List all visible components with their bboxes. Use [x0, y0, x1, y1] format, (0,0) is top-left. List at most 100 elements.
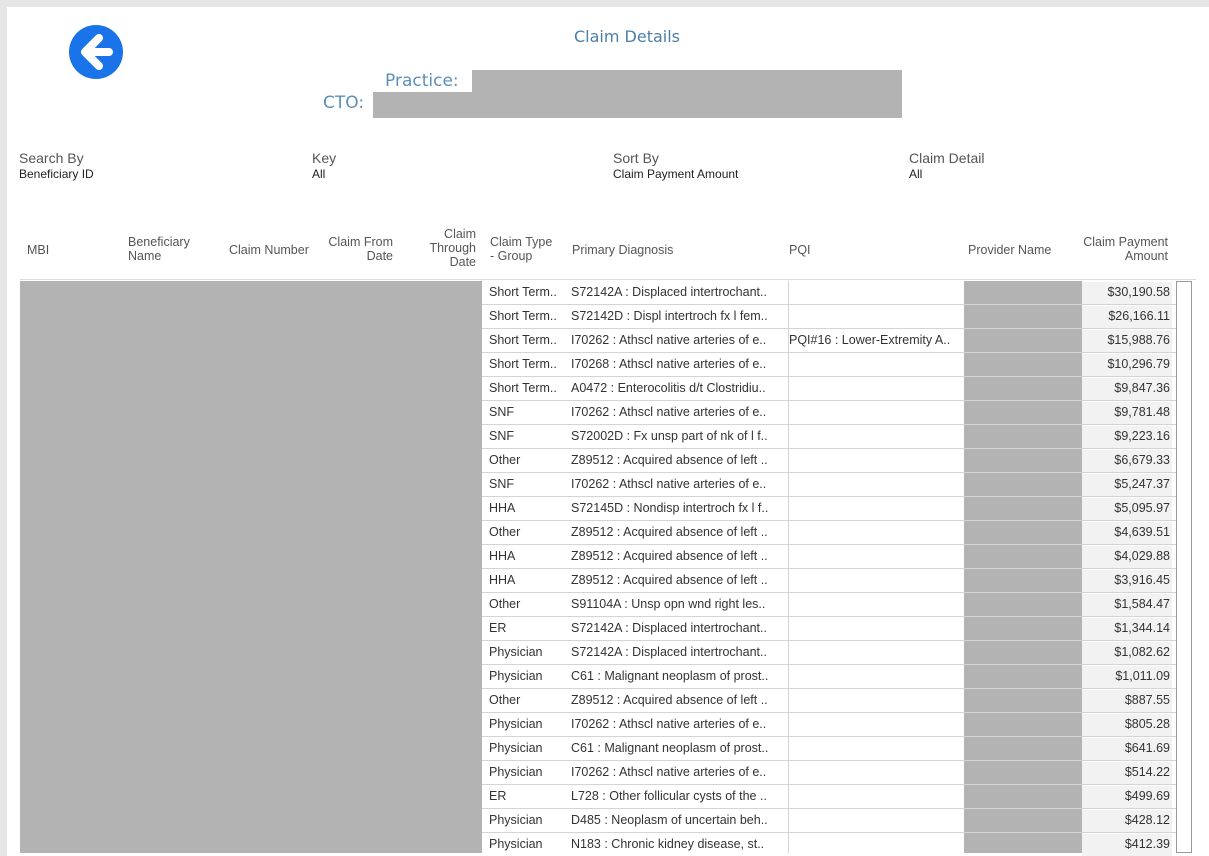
col-header-provider-name[interactable]: Provider Name — [968, 243, 1051, 257]
table-row[interactable]: Physician I70262 : Athscl native arteries… — [7, 713, 1209, 737]
table-row[interactable]: SNF I70262 : Athscl native arteries of e.… — [7, 401, 1209, 425]
cto-label: CTO: — [323, 93, 365, 113]
table-row[interactable]: Short Term.. S72142D : Displ intertroch f… — [7, 305, 1209, 329]
filter-label: Search By — [19, 150, 84, 166]
cell-claim-payment-amount: $1,584.47 — [1114, 597, 1170, 611]
cell-claim-payment-amount: $9,781.48 — [1114, 405, 1170, 419]
header-line: Claim Type — [490, 235, 553, 249]
cell-pqi — [789, 785, 967, 808]
cell-pqi — [789, 449, 967, 472]
cell-pqi — [789, 617, 967, 640]
col-header-mbi[interactable]: MBI — [27, 243, 49, 257]
table-row[interactable]: Physician C61 : Malignant neoplasm of pro… — [7, 665, 1209, 689]
filter-label: Key — [312, 150, 337, 166]
table-row[interactable]: SNF I70262 : Athscl native arteries of e.… — [7, 473, 1209, 497]
practice-label: Practice: — [385, 71, 459, 91]
col-header-claim-type-group[interactable]: Claim Type - Group — [490, 235, 552, 263]
cell-pqi — [789, 545, 967, 568]
cell-pqi — [789, 401, 967, 424]
cell-primary-diagnosis: S72142A : Displaced intertrochant.. — [571, 621, 767, 635]
filter-key[interactable]: Key All — [312, 150, 336, 181]
table-row[interactable]: Physician N183 : Chronic kidney disease, … — [7, 833, 1209, 856]
cell-primary-diagnosis: C61 : Malignant neoplasm of prost.. — [571, 741, 769, 755]
col-header-pqi[interactable]: PQI — [789, 243, 811, 257]
table-row[interactable]: Other Z89512 : Acquired absence of left .… — [7, 689, 1209, 713]
cell-primary-diagnosis: I70268 : Athscl native arteries of e.. — [571, 357, 767, 371]
cell-primary-diagnosis: L728 : Other follicular cysts of the .. — [571, 789, 767, 803]
col-header-claim-number[interactable]: Claim Number — [229, 243, 309, 257]
table-row[interactable]: Short Term.. I70268 : Athscl native arter… — [7, 353, 1209, 377]
table-row[interactable]: HHA Z89512 : Acquired absence of left .. $… — [7, 569, 1209, 593]
cell-primary-diagnosis: N183 : Chronic kidney disease, st.. — [571, 837, 765, 851]
cell-claim-payment-amount: $514.22 — [1124, 765, 1170, 779]
cell-claim-type: SNF — [489, 405, 514, 419]
cell-pqi — [789, 377, 967, 400]
cell-pqi — [789, 689, 967, 712]
cell-claim-type: Short Term.. — [489, 309, 557, 323]
cell-primary-diagnosis: S72002D : Fx unsp part of nk of l f.. — [571, 429, 768, 443]
cell-claim-payment-amount: $1,011.09 — [1115, 669, 1170, 683]
filter-value: All — [312, 167, 326, 181]
header-line: Name — [128, 249, 162, 263]
cell-pqi — [789, 569, 967, 592]
table-row[interactable]: Short Term.. S72142A : Displaced intertro… — [7, 281, 1209, 305]
table-row[interactable]: Other Z89512 : Acquired absence of left .… — [7, 449, 1209, 473]
cell-claim-payment-amount: $26,166.11 — [1108, 309, 1170, 323]
table-row[interactable]: Short Term.. I70262 : Athscl native arter… — [7, 329, 1209, 353]
report-canvas: Claim Details Practice: CTO: Search By B… — [7, 7, 1209, 856]
cell-claim-payment-amount: $805.28 — [1124, 717, 1170, 731]
col-header-claim-from-date[interactable]: Claim From Date — [313, 235, 393, 263]
table-row[interactable]: Other S91104A : Unsp opn wnd right les.. $… — [7, 593, 1209, 617]
table-row[interactable]: Physician C61 : Malignant neoplasm of pro… — [7, 737, 1209, 761]
cell-claim-type: ER — [489, 789, 507, 803]
cell-pqi — [789, 497, 967, 520]
cell-claim-payment-amount: $6,679.33 — [1114, 453, 1170, 467]
cell-primary-diagnosis: Z89512 : Acquired absence of left .. — [571, 573, 768, 587]
cell-claim-type: Short Term.. — [489, 333, 557, 347]
table-row[interactable]: Physician D485 : Neoplasm of uncertain be… — [7, 809, 1209, 833]
cell-primary-diagnosis: D485 : Neoplasm of uncertain beh.. — [571, 813, 768, 827]
filter-search-by[interactable]: Search By Beneficiary ID — [19, 150, 94, 181]
cell-claim-payment-amount: $9,847.36 — [1114, 381, 1170, 395]
table-row[interactable]: Physician S72142A : Displaced intertrocha… — [7, 641, 1209, 665]
cell-claim-payment-amount: $1,344.14 — [1114, 621, 1170, 635]
col-header-primary-diagnosis[interactable]: Primary Diagnosis — [572, 243, 673, 257]
table-row[interactable]: ER L728 : Other follicular cysts of the .… — [7, 785, 1209, 809]
header-line: Through — [429, 241, 476, 255]
cell-pqi — [789, 713, 967, 736]
cell-pqi — [789, 665, 967, 688]
cell-claim-payment-amount: $30,190.58 — [1107, 285, 1170, 299]
cell-primary-diagnosis: Z89512 : Acquired absence of left .. — [571, 549, 768, 563]
table-row[interactable]: Other Z89512 : Acquired absence of left .… — [7, 521, 1209, 545]
filter-claim-detail[interactable]: Claim Detail All — [909, 150, 984, 181]
table-row[interactable]: Physician I70262 : Athscl native arteries… — [7, 761, 1209, 785]
cell-claim-payment-amount: $15,988.76 — [1107, 333, 1170, 347]
back-arrow-icon — [81, 34, 113, 70]
cell-claim-type: Other — [489, 693, 521, 707]
col-header-claim-through-date[interactable]: Claim Through Date — [407, 227, 476, 269]
cell-claim-payment-amount: $4,639.51 — [1114, 525, 1170, 539]
table-row[interactable]: ER S72142A : Displaced intertrochant.. $1,… — [7, 617, 1209, 641]
cell-primary-diagnosis: Z89512 : Acquired absence of left .. — [571, 525, 768, 539]
cell-claim-type: HHA — [489, 573, 516, 587]
cell-claim-payment-amount: $9,223.16 — [1114, 429, 1170, 443]
table-row[interactable]: HHA S72145D : Nondisp intertroch fx l f..… — [7, 497, 1209, 521]
cell-claim-payment-amount: $10,296.79 — [1107, 357, 1170, 371]
table-row[interactable]: Short Term.. A0472 : Enterocolitis d/t Cl… — [7, 377, 1209, 401]
table-row[interactable]: SNF S72002D : Fx unsp part of nk of l f..… — [7, 425, 1209, 449]
cell-pqi — [789, 641, 967, 664]
vertical-scrollbar[interactable] — [1176, 281, 1192, 853]
header-line: - Group — [490, 249, 533, 263]
table-row[interactable]: HHA Z89512 : Acquired absence of left .. $… — [7, 545, 1209, 569]
back-button[interactable] — [69, 25, 123, 79]
cell-pqi — [789, 737, 967, 760]
cell-claim-payment-amount: $3,916.45 — [1114, 573, 1170, 587]
filter-sort-by[interactable]: Sort By Claim Payment Amount — [613, 150, 738, 181]
header-line: Claim Payment — [1083, 235, 1168, 249]
col-header-beneficiary-name[interactable]: Beneficiary Name — [128, 235, 190, 263]
header-line: Amount — [1124, 249, 1168, 263]
col-header-claim-payment-amount[interactable]: Claim Payment Amount — [1067, 235, 1168, 263]
header-line: Date — [449, 255, 476, 269]
cell-primary-diagnosis: S91104A : Unsp opn wnd right les.. — [571, 597, 766, 611]
cell-pqi — [789, 809, 967, 832]
